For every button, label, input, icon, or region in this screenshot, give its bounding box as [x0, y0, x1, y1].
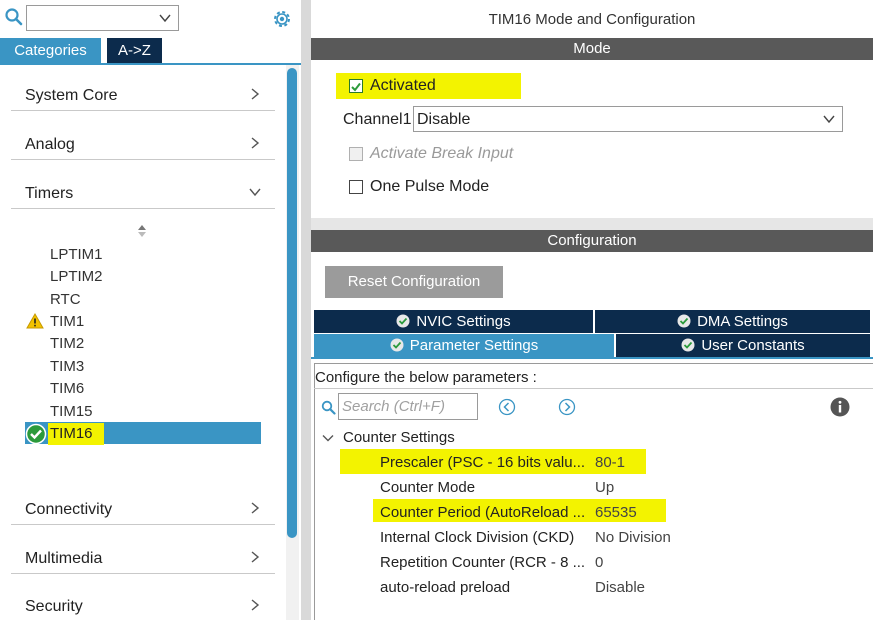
check-circle-icon: [390, 338, 404, 352]
gear-icon[interactable]: [271, 8, 293, 30]
mode-header: Mode: [311, 38, 873, 60]
warning-icon: [26, 313, 44, 329]
category-label: System Core: [25, 87, 118, 104]
counter-settings-group[interactable]: Counter Settings: [343, 429, 455, 446]
timer-item-label: TIM16: [50, 425, 93, 442]
param-value-repetition-counter[interactable]: 0: [595, 554, 603, 571]
parameter-search-field[interactable]: [338, 393, 478, 420]
search-icon[interactable]: [4, 7, 24, 27]
param-name-counter-period: Counter Period (AutoReload ...: [380, 504, 586, 521]
configuration-header: Configuration: [311, 230, 873, 252]
chevron-down-icon[interactable]: [158, 11, 172, 25]
check-circle-icon: [677, 314, 691, 328]
timer-item-tim15[interactable]: TIM15: [50, 403, 93, 420]
timer-item-tim1[interactable]: TIM1: [50, 313, 84, 330]
category-label: Connectivity: [25, 501, 113, 518]
chevron-right-icon: [251, 599, 260, 611]
splitter[interactable]: [301, 0, 311, 620]
chevron-right-icon: [251, 137, 260, 149]
section-separator: [311, 218, 873, 230]
param-name-prescaler: Prescaler (PSC - 16 bits valu...: [380, 454, 586, 471]
param-name-repetition-counter: Repetition Counter (RCR - 8 ...: [380, 554, 586, 571]
param-name-auto-reload-preload: auto-reload preload: [380, 579, 511, 596]
chevron-down-icon: [249, 188, 261, 197]
channel1-label: Channel1: [343, 111, 412, 128]
check-circle-icon: [25, 423, 47, 445]
chevron-right-icon: [251, 551, 260, 563]
param-name-clock-division: Internal Clock Division (CKD): [380, 529, 575, 546]
param-value-counter-mode[interactable]: Up: [595, 479, 614, 496]
tab-a-to-z[interactable]: A->Z: [107, 38, 162, 63]
param-name-counter-mode: Counter Mode: [380, 479, 476, 496]
category-label: Timers: [25, 185, 74, 202]
check-circle-icon: [681, 338, 695, 352]
tab-dma-settings[interactable]: DMA Settings: [595, 310, 870, 333]
tab-label: NVIC Settings: [416, 313, 511, 330]
category-search-combo[interactable]: [26, 5, 179, 31]
tab-user-constants[interactable]: User Constants: [616, 334, 870, 357]
tab-categories[interactable]: Categories: [0, 38, 101, 63]
left-panel: Categories A->Z System Core Analog Timer…: [0, 0, 301, 620]
one-pulse-label: One Pulse Mode: [370, 178, 490, 195]
tab-label: DMA Settings: [697, 313, 788, 330]
right-panel: TIM16 Mode and Configuration Mode Activa…: [311, 0, 873, 620]
info-icon[interactable]: [830, 397, 850, 417]
parameter-search-input[interactable]: [340, 395, 476, 418]
tab-label: Parameter Settings: [409, 337, 539, 354]
channel1-value: Disable: [417, 111, 471, 128]
category-security[interactable]: Security: [11, 592, 275, 620]
tab-underline: [311, 357, 873, 359]
one-pulse-checkbox[interactable]: [349, 180, 363, 194]
category-analog[interactable]: Analog: [11, 130, 275, 160]
timer-item-lptim1[interactable]: LPTIM1: [50, 246, 103, 263]
chevron-right-icon: [251, 88, 260, 100]
divider: [314, 388, 873, 389]
break-input-label: Activate Break Input: [370, 145, 514, 162]
sort-icon[interactable]: [136, 224, 148, 238]
category-label: Multimedia: [25, 550, 103, 567]
timer-item-tim2[interactable]: TIM2: [50, 335, 84, 352]
category-multimedia[interactable]: Multimedia: [11, 544, 275, 574]
tab-underline: [0, 63, 301, 65]
chevron-right-icon: [251, 502, 260, 514]
activated-checkbox[interactable]: [349, 79, 363, 93]
param-value-prescaler[interactable]: 80-1: [595, 454, 625, 471]
timer-item-rtc[interactable]: RTC: [50, 291, 81, 308]
category-system-core[interactable]: System Core: [11, 81, 275, 111]
check-icon: [351, 82, 361, 92]
break-input-checkbox[interactable]: [349, 147, 363, 161]
chevron-down-icon[interactable]: [322, 432, 334, 444]
parameter-panel-heading: Configure the below parameters :: [315, 369, 537, 386]
reset-configuration-button[interactable]: Reset Configuration: [325, 266, 503, 298]
scrollbar-thumb[interactable]: [287, 68, 297, 538]
timer-item-lptim2[interactable]: LPTIM2: [50, 268, 103, 285]
category-connectivity[interactable]: Connectivity: [11, 495, 275, 525]
param-value-counter-period[interactable]: 65535: [595, 504, 637, 521]
search-icon: [321, 400, 336, 415]
check-circle-icon: [396, 314, 410, 328]
activated-label: Activated: [370, 77, 436, 94]
category-label: Security: [25, 598, 83, 615]
category-timers[interactable]: Timers: [11, 179, 275, 209]
page-title: TIM16 Mode and Configuration: [488, 11, 696, 28]
next-icon[interactable]: [558, 398, 576, 416]
channel1-select[interactable]: Disable: [413, 106, 843, 132]
chevron-down-icon: [823, 115, 835, 124]
previous-icon[interactable]: [498, 398, 516, 416]
tab-parameter-settings[interactable]: Parameter Settings: [314, 334, 614, 357]
param-value-clock-division[interactable]: No Division: [595, 529, 671, 546]
param-value-auto-reload-preload[interactable]: Disable: [595, 579, 645, 596]
timer-item-tim3[interactable]: TIM3: [50, 358, 84, 375]
timer-item-tim6[interactable]: TIM6: [50, 380, 84, 397]
tab-label: User Constants: [701, 337, 805, 354]
tab-nvic-settings[interactable]: NVIC Settings: [314, 310, 593, 333]
category-label: Analog: [25, 136, 75, 153]
